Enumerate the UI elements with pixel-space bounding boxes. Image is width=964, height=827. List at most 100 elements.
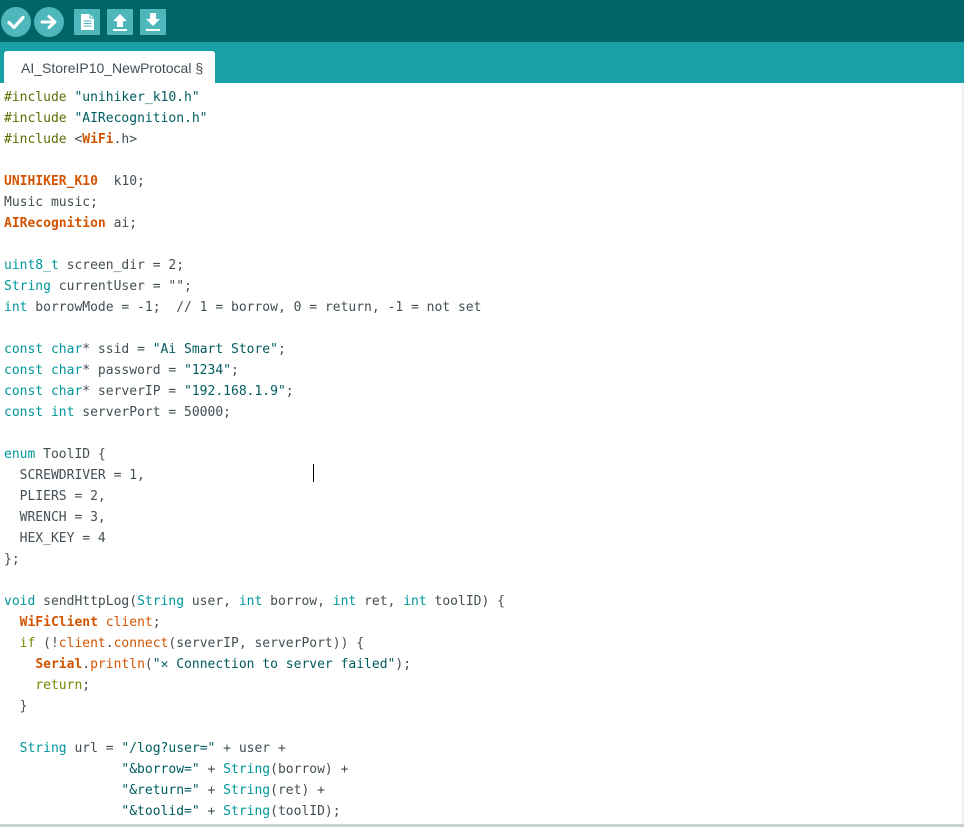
code-token: (!	[35, 636, 59, 651]
new-sketch-button[interactable]	[74, 9, 100, 35]
code-token: ai;	[105, 216, 138, 231]
code-token: char	[50, 342, 83, 357]
code-token: sendHttpLog(	[35, 594, 138, 609]
open-button[interactable]	[107, 9, 133, 35]
code-token: <	[66, 132, 83, 147]
save-button[interactable]	[140, 9, 166, 35]
code-line: #include "AIRecognition.h"	[4, 108, 208, 129]
code-token: (ret) +	[270, 783, 325, 798]
code-token: #include	[4, 132, 67, 147]
code-token: const	[4, 384, 44, 399]
code-token: AIRecognition	[4, 216, 106, 231]
text-cursor	[313, 464, 314, 482]
code-line: enum ToolID {	[4, 444, 106, 465]
verify-button[interactable]	[1, 7, 31, 37]
code-line: int borrowMode = -1; // 1 = borrow, 0 = …	[4, 297, 481, 318]
code-token: int	[403, 594, 427, 609]
code-token: HEX_KEY = 4	[4, 531, 106, 546]
code-token: .h>	[113, 132, 138, 147]
code-token: "&borrow="	[121, 762, 200, 777]
code-token: #include	[4, 90, 67, 105]
checkmark-icon	[7, 15, 25, 30]
code-token: return	[35, 678, 83, 693]
code-token: (serverIP, serverPort)) {	[168, 636, 365, 651]
code-token: "	[152, 657, 161, 672]
code-token: * password =	[82, 363, 185, 378]
code-token: String	[223, 783, 271, 798]
code-token: currentUser = "";	[50, 279, 192, 294]
code-line: String currentUser = "";	[4, 276, 192, 297]
code-editor[interactable]: #include "unihiker_k10.h" #include "AIRec…	[0, 83, 964, 827]
code-token: +	[199, 804, 224, 819]
code-token: screen_dir = 2;	[58, 258, 185, 273]
code-line: const char* serverIP = "192.168.1.9";	[4, 381, 294, 402]
code-line: #include "unihiker_k10.h"	[4, 87, 200, 108]
code-line: SCREWDRIVER = 1,	[4, 465, 145, 486]
code-token: ;	[277, 342, 286, 357]
code-token: Music music;	[4, 195, 98, 210]
code-token: UNIHIKER_K10	[4, 174, 98, 189]
code-token: Connection to server failed"	[168, 657, 396, 672]
code-token: * serverIP =	[82, 384, 185, 399]
code-line: }	[4, 696, 28, 717]
code-line: if (!client.connect(serverIP, serverPort…	[4, 633, 364, 654]
code-token: char	[50, 384, 83, 399]
code-token: toolID) {	[426, 594, 505, 609]
code-token: WiFiClient	[19, 615, 98, 630]
code-token: Serial	[35, 657, 83, 672]
code-line: "&return=" + String(ret) +	[4, 780, 325, 801]
code-token: "unihiker_k10.h"	[74, 90, 200, 105]
code-token: connect	[113, 636, 169, 651]
code-token: client	[58, 636, 106, 651]
code-token: "&toolid="	[121, 804, 200, 819]
code-token: (borrow) +	[270, 762, 349, 777]
code-token: );	[395, 657, 412, 672]
code-line: const int serverPort = 50000;	[4, 402, 231, 423]
code-token: .	[82, 657, 91, 672]
code-token: // 1 = borrow, 0 = return, -1 = not set	[176, 300, 482, 315]
code-token: if	[19, 636, 36, 651]
code-token: println	[90, 657, 145, 672]
code-line: Serial.println("✕ Connection to server f…	[4, 654, 411, 675]
upload-button[interactable]	[34, 7, 64, 37]
code-line: void sendHttpLog(String user, int borrow…	[4, 591, 505, 612]
code-token: uint8_t	[4, 258, 59, 273]
code-token: void	[4, 594, 36, 609]
code-token: const	[4, 342, 44, 357]
code-token: const	[4, 405, 44, 420]
code-line: UNIHIKER_K10 k10;	[4, 171, 145, 192]
code-token: enum	[4, 447, 36, 462]
arrow-up-icon	[113, 14, 127, 31]
code-line: return;	[4, 675, 90, 696]
code-token: WRENCH = 3,	[4, 510, 106, 525]
code-token: .	[105, 636, 114, 651]
code-token: int	[50, 405, 75, 420]
code-token: ret,	[356, 594, 404, 609]
code-token: borrowMode = -1;	[27, 300, 177, 315]
code-token: user,	[184, 594, 239, 609]
code-line: const char* password = "1234";	[4, 360, 239, 381]
arrow-down-icon	[146, 13, 160, 31]
code-token: }	[4, 699, 28, 714]
code-token: ToolID {	[35, 447, 106, 462]
code-token: + user +	[215, 741, 286, 756]
code-token: borrow,	[262, 594, 333, 609]
code-token: +	[199, 762, 224, 777]
code-line: "&toolid=" + String(toolID);	[4, 801, 340, 822]
code-token: #include	[4, 111, 67, 126]
code-token: ;	[285, 384, 294, 399]
toolbar	[0, 0, 964, 42]
code-token: "AIRecognition.h"	[74, 111, 208, 126]
code-token: ;	[152, 615, 161, 630]
tab-sketch[interactable]: AI_StoreIP10_NewProtocal §	[4, 51, 215, 83]
code-token: +	[199, 783, 224, 798]
